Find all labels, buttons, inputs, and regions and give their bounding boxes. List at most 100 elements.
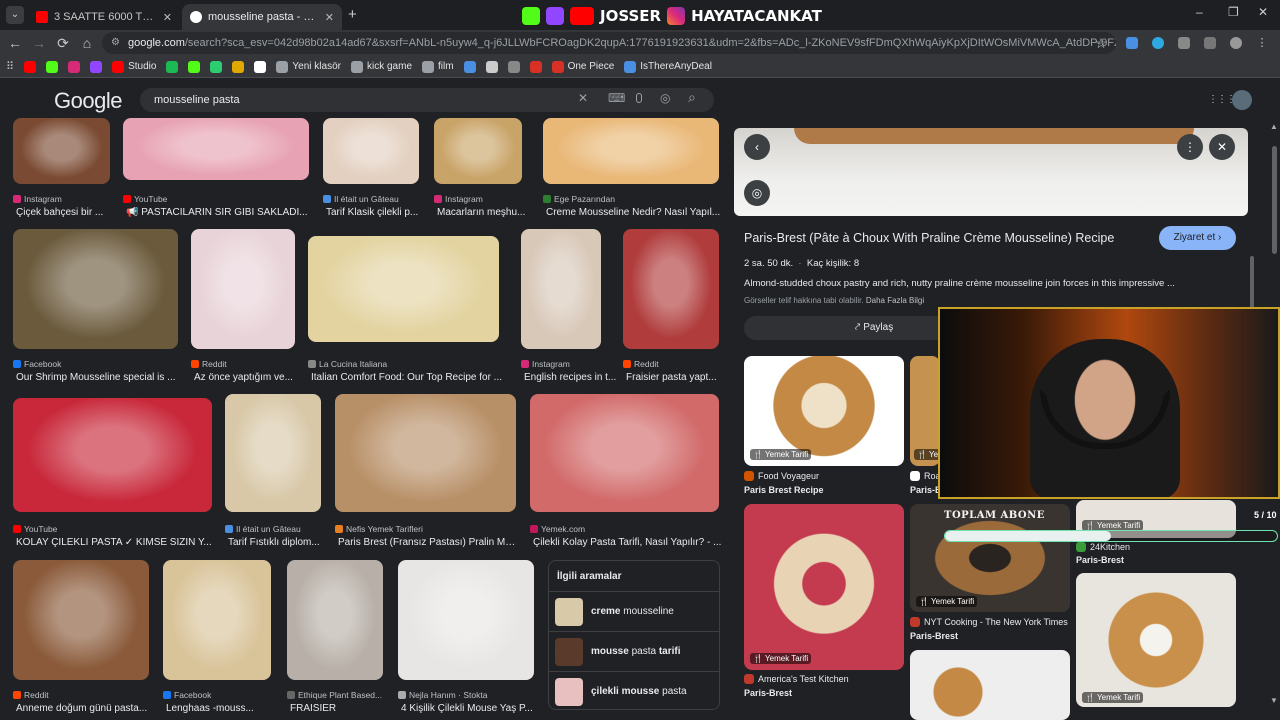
tab-0[interactable]: 3 SAATTE 6000 TL SERİSİ TARSU ✕ bbox=[28, 4, 180, 30]
related-item[interactable]: mousse pasta tarifi bbox=[549, 631, 719, 671]
apps-icon[interactable]: ⠿ bbox=[6, 60, 14, 73]
bookmark-item[interactable] bbox=[46, 60, 59, 73]
result-source[interactable]: Nejla Hanım · Stokta bbox=[398, 690, 487, 700]
result-image[interactable] bbox=[287, 560, 383, 680]
back-button[interactable]: ← bbox=[6, 34, 24, 52]
result-caption[interactable]: 📢 PASTACILARIN SIR GİBİ SAKLADI... bbox=[126, 207, 308, 218]
result-image[interactable] bbox=[225, 394, 321, 512]
result-source[interactable]: YouTube bbox=[123, 194, 167, 204]
related-item[interactable]: creme mousseline bbox=[549, 591, 719, 631]
result-source[interactable]: YouTube bbox=[13, 524, 57, 534]
result-caption[interactable]: Fraisier pasta yapt... bbox=[626, 372, 717, 383]
recipe-card-image[interactable] bbox=[910, 650, 1070, 720]
close-panel-button[interactable]: ✕ bbox=[1209, 134, 1235, 160]
bookmark-item[interactable] bbox=[529, 60, 542, 73]
maximize-button[interactable]: ❐ bbox=[1228, 5, 1239, 19]
result-source[interactable]: Nefis Yemek Tarifleri bbox=[335, 524, 423, 534]
result-image[interactable] bbox=[398, 560, 534, 680]
recipe-title[interactable]: Paris-B bbox=[910, 485, 942, 495]
google-logo[interactable]: Google bbox=[54, 88, 122, 114]
result-caption[interactable]: Çilekli Kolay Pasta Tarifi, Nasıl Yapılı… bbox=[533, 537, 721, 548]
result-image[interactable] bbox=[530, 394, 719, 512]
result-source[interactable]: Il était un Gâteau bbox=[225, 524, 301, 534]
bookmark-item[interactable]: kick game bbox=[350, 60, 412, 73]
recipe-card-image[interactable] bbox=[1076, 573, 1236, 707]
result-image[interactable] bbox=[13, 398, 212, 512]
result-image[interactable] bbox=[623, 229, 719, 349]
tab-close-icon[interactable]: ✕ bbox=[155, 11, 172, 24]
close-window-button[interactable]: ✕ bbox=[1258, 5, 1268, 19]
back-button[interactable]: ‹ bbox=[744, 134, 770, 160]
result-source[interactable]: Facebook bbox=[13, 359, 61, 369]
extension-icon[interactable] bbox=[1126, 37, 1138, 49]
result-image[interactable] bbox=[335, 394, 516, 512]
bookmark-item[interactable]: Studio bbox=[112, 60, 156, 73]
tab-1[interactable]: mousseline pasta - Google'da Ar ✕ bbox=[182, 4, 342, 30]
recipe-card-image[interactable] bbox=[744, 504, 904, 670]
result-source[interactable]: Yemek.com bbox=[530, 524, 585, 534]
home-button[interactable]: ⌂ bbox=[78, 34, 96, 52]
result-image[interactable] bbox=[123, 118, 309, 180]
result-source[interactable]: Il était un Gâteau bbox=[323, 194, 399, 204]
apps-grid-icon[interactable]: ⋮⋮⋮ bbox=[1208, 94, 1236, 105]
result-caption[interactable]: Macarların meşhu... bbox=[437, 207, 525, 218]
bookmark-item[interactable] bbox=[90, 60, 103, 73]
address-bar[interactable]: ⚙ google.com/search?sca_esv=042d98b02a14… bbox=[102, 32, 1116, 54]
panel-title[interactable]: Paris-Brest (Pâte à Choux With Praline C… bbox=[744, 231, 1114, 245]
result-image[interactable] bbox=[163, 560, 271, 680]
result-source[interactable]: Ege Pazarından bbox=[543, 194, 615, 204]
page-scrollbar[interactable] bbox=[1272, 146, 1277, 254]
result-image[interactable] bbox=[521, 229, 601, 349]
forward-button[interactable]: → bbox=[30, 34, 48, 52]
recipe-title[interactable]: Paris-Brest bbox=[744, 688, 792, 698]
scroll-up-arrow[interactable]: ▲ bbox=[1270, 122, 1278, 131]
scroll-down-arrow[interactable]: ▼ bbox=[1270, 696, 1278, 705]
result-caption[interactable]: Our Shrimp Mousseline special is ... bbox=[16, 372, 176, 383]
result-caption[interactable]: Italian Comfort Food: Our Top Recipe for… bbox=[311, 372, 502, 383]
clear-search-icon[interactable]: ✕ bbox=[578, 91, 588, 105]
result-source[interactable]: Reddit bbox=[191, 359, 227, 369]
result-caption[interactable]: Paris Brest (Fransız Pastası) Pralin Mo.… bbox=[338, 537, 519, 548]
result-caption[interactable]: Tarif Fıstıklı diplom... bbox=[228, 537, 320, 548]
mic-icon[interactable] bbox=[636, 93, 642, 103]
bookmark-item[interactable] bbox=[507, 60, 520, 73]
result-image[interactable] bbox=[13, 560, 149, 680]
recipe-title[interactable]: Paris Brest Recipe bbox=[744, 485, 824, 495]
result-caption[interactable]: Çiçek bahçesi bir ... bbox=[16, 207, 103, 218]
bookmark-item[interactable] bbox=[188, 60, 201, 73]
visit-button[interactable]: Ziyaret et › bbox=[1159, 226, 1236, 250]
bookmark-item[interactable] bbox=[463, 60, 476, 73]
bookmark-item[interactable] bbox=[232, 60, 245, 73]
result-caption[interactable]: Az önce yaptığım ve... bbox=[194, 372, 293, 383]
media-icon[interactable] bbox=[1204, 37, 1216, 49]
recipe-title[interactable]: Paris-Brest bbox=[1076, 555, 1124, 565]
search-input[interactable]: mousseline pasta bbox=[140, 88, 714, 112]
tab-search-button[interactable]: ⌄ bbox=[6, 6, 24, 24]
profile-icon[interactable] bbox=[1230, 37, 1242, 49]
puzzle-icon[interactable] bbox=[1178, 37, 1190, 49]
preview-image[interactable] bbox=[734, 128, 1248, 216]
bookmark-item[interactable] bbox=[24, 60, 37, 73]
result-caption[interactable]: Tarif Klasik çilekli p... bbox=[326, 207, 418, 218]
reload-button[interactable]: ⟳ bbox=[54, 34, 72, 52]
result-source[interactable]: Reddit bbox=[13, 690, 49, 700]
keyboard-icon[interactable]: ⌨ bbox=[608, 91, 625, 105]
extension-icon[interactable] bbox=[1152, 37, 1164, 49]
result-source[interactable]: Instagram bbox=[434, 194, 483, 204]
result-source[interactable]: Reddit bbox=[623, 359, 659, 369]
bookmark-item[interactable] bbox=[485, 60, 498, 73]
new-tab-button[interactable]: + bbox=[348, 6, 357, 23]
result-source[interactable]: La Cucina Italiana bbox=[308, 359, 387, 369]
tab-close-icon[interactable]: ✕ bbox=[317, 11, 334, 24]
menu-icon[interactable]: ⋮ bbox=[1256, 37, 1268, 49]
result-caption[interactable]: English recipes in t... bbox=[524, 372, 616, 383]
more-options-icon[interactable]: ⋮ bbox=[1177, 134, 1203, 160]
search-icon[interactable]: ⌕ bbox=[688, 89, 696, 106]
bookmark-item[interactable] bbox=[166, 60, 179, 73]
result-source[interactable]: Instagram bbox=[13, 194, 62, 204]
result-image[interactable] bbox=[323, 118, 419, 184]
bookmark-item[interactable]: film bbox=[422, 60, 454, 73]
bookmark-item[interactable]: Yeni klasör bbox=[276, 60, 341, 73]
result-caption[interactable]: Anneme doğum günü pasta... bbox=[16, 703, 147, 714]
result-source[interactable]: Facebook bbox=[163, 690, 211, 700]
